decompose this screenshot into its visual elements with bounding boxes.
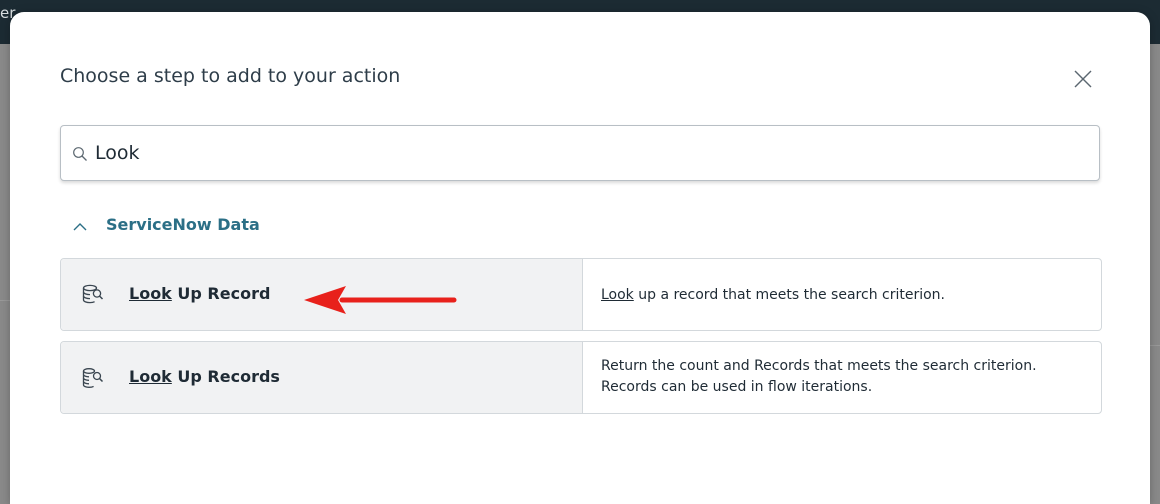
red-arrow-annotation — [304, 286, 457, 314]
search-field[interactable] — [60, 125, 1100, 181]
close-button[interactable] — [1070, 66, 1096, 92]
step-name-rest: Up Records — [171, 367, 280, 386]
background-divider — [0, 300, 10, 301]
background-divider — [1150, 345, 1160, 346]
step-desc-line: Return the count and Records that meets … — [601, 358, 1037, 374]
step-name-cell: Look Up Records — [61, 342, 583, 413]
search-input[interactable] — [95, 138, 1075, 168]
dialog-title: Choose a step to add to your action — [60, 65, 401, 87]
step-name-highlight: Look — [129, 284, 172, 303]
step-name: Look Up Record — [129, 284, 270, 303]
step-description: Look up a record that meets the search c… — [601, 285, 945, 306]
add-step-dialog: Choose a step to add to your action Serv… — [10, 12, 1150, 504]
step-name-rest: Up Record — [171, 284, 271, 303]
step-look-up-record[interactable]: Look Up Record Look up a record that mee… — [60, 258, 1102, 331]
chevron-up-icon — [73, 223, 87, 231]
step-name: Look Up Records — [129, 367, 280, 386]
step-desc-rest: up a record that meets the search criter… — [633, 287, 945, 303]
database-multi-search-icon — [82, 368, 104, 388]
database-search-icon — [82, 284, 104, 304]
step-description: Return the count and Records that meets … — [601, 356, 1037, 398]
step-desc-highlight: Look — [601, 287, 634, 303]
section-label: ServiceNow Data — [106, 215, 260, 234]
step-name-highlight: Look — [129, 367, 172, 386]
close-icon — [1074, 70, 1092, 88]
search-icon — [73, 147, 87, 161]
step-look-up-records[interactable]: Look Up Records Return the count and Rec… — [60, 341, 1102, 414]
step-desc-line: Records can be used in flow iterations. — [601, 379, 873, 395]
